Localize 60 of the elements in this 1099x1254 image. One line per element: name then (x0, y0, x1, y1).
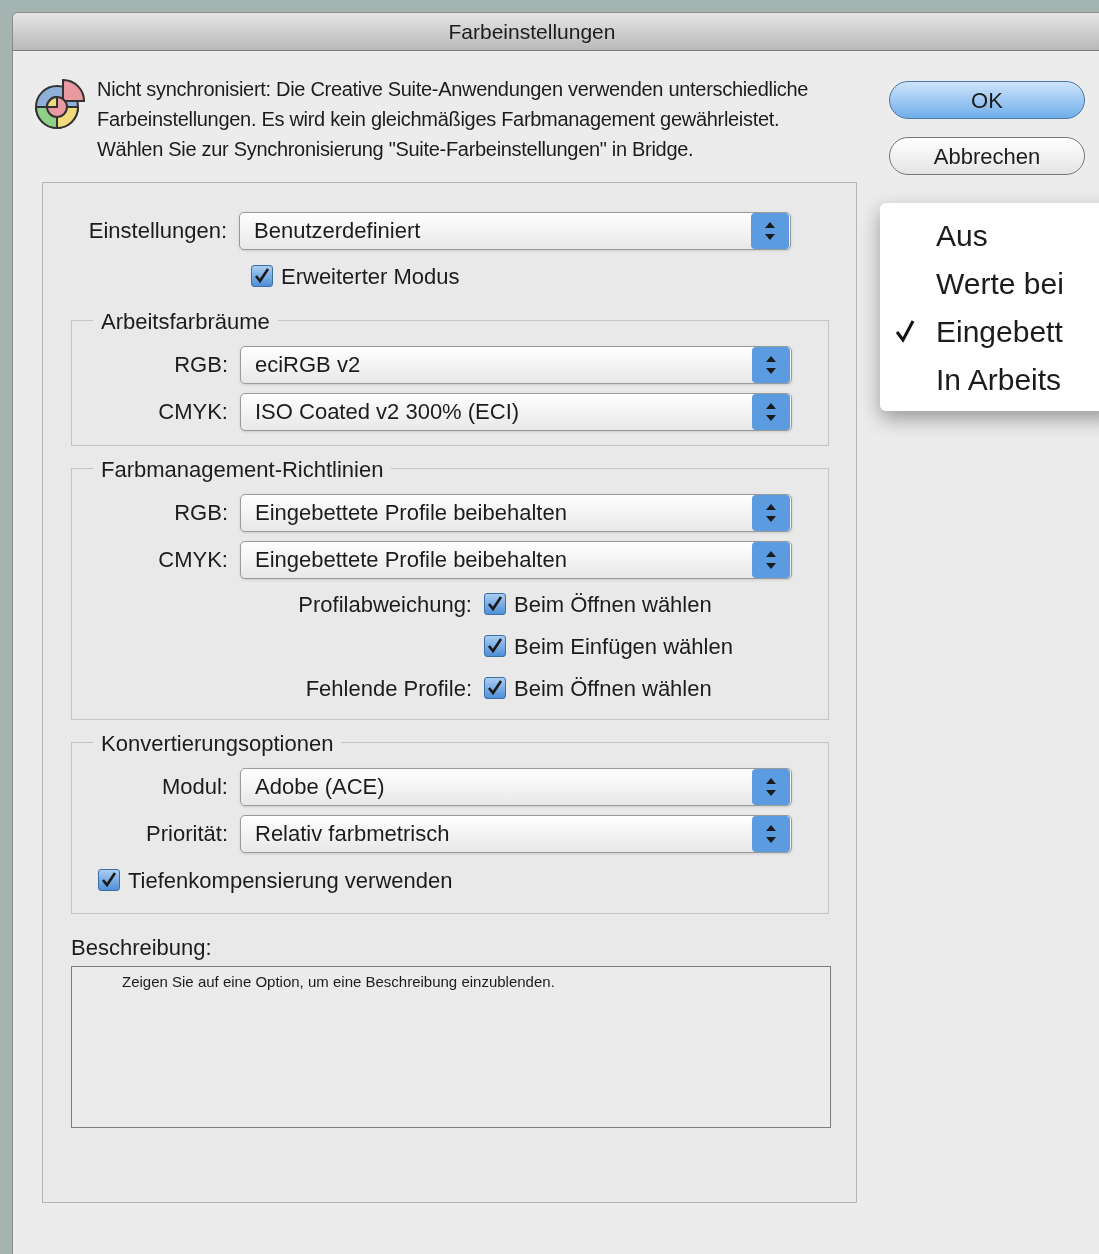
dialog-button[interactable]: Abbrechen (889, 137, 1085, 175)
menu-item[interactable]: Eingebett (880, 307, 1099, 355)
stepper-arrows-icon (752, 346, 790, 383)
dropdown-value: Benutzerdefiniert (253, 217, 422, 245)
checkbox[interactable] (98, 869, 120, 891)
dropdown-value: Relativ farbmetrisch (254, 820, 451, 848)
dropdown-value: Adobe (ACE) (254, 773, 386, 801)
dropdown-value: ISO Coated v2 300% (ECI) (254, 398, 521, 426)
checkbox[interactable] (251, 265, 273, 287)
checkbox[interactable] (484, 635, 506, 657)
field-label: CMYK: (157, 546, 229, 574)
checkmark-icon (487, 638, 503, 654)
sync-warning-message: Nicht synchronisiert: Die Creative Suite-Anwendungen verwenden unterschiedliche Farbeinstellungen. Es wird kein gleichmäßiges Farbmanagement gewährleistet. Wählen Sie zur Synchronisierung "Suite-Farbeinstellungen" in Bridge. (97, 77, 810, 162)
dropdown-select[interactable]: Benutzerdefiniert (239, 211, 791, 250)
window-title: Farbeinstellungen (448, 18, 617, 45)
dropdown-select[interactable]: Eingebettete Profile beibehalten (240, 540, 792, 579)
dropdown-select[interactable]: ISO Coated v2 300% (ECI) (240, 392, 792, 431)
stepper-arrows-icon (752, 494, 790, 531)
checkbox-label: Erweiterter Modus (281, 262, 460, 291)
menu-item-label: Werte bei (936, 265, 1064, 302)
stepper-arrows-icon (752, 541, 790, 578)
description-label: Beschreibung: (71, 934, 213, 962)
menu-item[interactable]: Aus (880, 211, 1099, 259)
dialog-button[interactable]: OK (889, 81, 1085, 119)
checkbox-label: Beim Öffnen wählen (514, 590, 712, 619)
dropdown-value: Eingebettete Profile beibehalten (254, 546, 568, 574)
menu-item-label: In Arbeits (936, 361, 1062, 398)
menu-item-label: Aus (936, 217, 988, 254)
description-text: Zeigen Sie auf eine Option, um eine Beschreibung einzublenden. (122, 973, 555, 990)
checkmark-icon (487, 680, 503, 696)
field-label: Einstellungen: (87, 217, 228, 245)
checkbox-label: Beim Öffnen wählen (514, 674, 712, 703)
menu-item[interactable]: Werte bei (880, 259, 1099, 307)
field-label: Fehlende Profile: (305, 674, 472, 703)
checkmark-icon (254, 268, 270, 284)
dropdown-select[interactable]: eciRGB v2 (240, 345, 792, 384)
stepper-arrows-icon (752, 393, 790, 430)
field-label: Priorität: (145, 820, 229, 848)
dropdown-value: eciRGB v2 (254, 351, 362, 379)
dropdown-value: Eingebettete Profile beibehalten (254, 499, 568, 527)
color-wheel-icon (33, 77, 87, 131)
checkmark-icon (101, 872, 117, 888)
stepper-arrows-icon (751, 212, 789, 249)
dropdown-select[interactable]: Relativ farbmetrisch (240, 814, 792, 853)
menu-item[interactable]: In Arbeits (880, 355, 1099, 403)
stepper-arrows-icon (752, 815, 790, 852)
checkbox-label: Beim Einfügen wählen (514, 632, 733, 661)
checkbox-label: Tiefenkompensierung verwenden (128, 866, 453, 895)
field-label: Profilabweichung: (298, 590, 472, 619)
field-label: RGB: (173, 499, 229, 527)
field-label: Modul: (160, 773, 229, 801)
field-label: CMYK: (157, 398, 229, 426)
field-label: RGB: (173, 351, 229, 379)
dropdown-select[interactable]: Adobe (ACE) (240, 767, 792, 806)
stepper-arrows-icon (752, 768, 790, 805)
checkbox[interactable] (484, 677, 506, 699)
checkmark-icon (487, 596, 503, 612)
menu-item-label: Eingebett (936, 313, 1063, 350)
checkbox[interactable] (484, 593, 506, 615)
dropdown-select[interactable]: Eingebettete Profile beibehalten (240, 493, 792, 532)
